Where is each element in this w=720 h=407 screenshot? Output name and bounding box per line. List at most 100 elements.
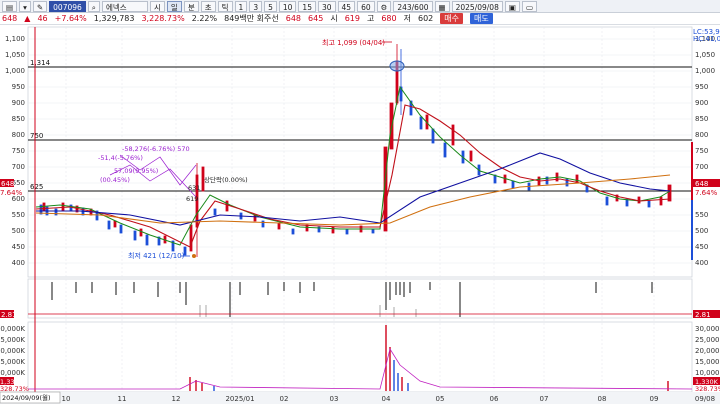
low-val: 602 [418, 14, 434, 23]
y-tick: 800 [12, 131, 25, 139]
y-tick-right: 550 [695, 211, 708, 219]
open-label: 시 [330, 14, 338, 23]
interval-30[interactable]: 30 [317, 0, 336, 12]
calendar-picker-icon[interactable]: ▣ [504, 0, 520, 12]
open-val: 619 [344, 14, 360, 23]
y-tick: 450 [12, 243, 25, 251]
volume-tick: 10,000K [0, 369, 25, 377]
interval-10[interactable]: 10 [278, 0, 297, 12]
y-tick: 850 [12, 115, 25, 123]
y-tick: 400 [12, 259, 25, 267]
date-field[interactable]: 2025/09/08 [451, 0, 503, 12]
y-tick-right: 750 [695, 147, 708, 155]
x-tick: 03 [330, 395, 339, 403]
y-tick-right: 800 [695, 131, 708, 139]
mid-tag-right: 2.81 [695, 311, 711, 319]
x-tick: 08 [598, 395, 607, 403]
y-tick-right: 450 [695, 243, 708, 251]
interval-3[interactable]: 3 [249, 0, 263, 12]
low-marker [192, 254, 196, 258]
volume-tick-right: 10,000K [695, 369, 720, 377]
volume-tick-right: 15,000K [695, 358, 720, 366]
volume-tick-right: 25,000K [695, 336, 720, 344]
dropdown-icon[interactable]: ▾ [19, 0, 31, 12]
bar-count: 243/600 [393, 0, 433, 12]
level-label-1314: 1,314 [30, 59, 51, 67]
interval-60[interactable]: 60 [357, 0, 375, 12]
price-tag-left: 648 [1, 180, 14, 188]
low-annotation: 최저 421 (12/10) [128, 251, 185, 260]
volume-tick: 25,000K [0, 336, 25, 344]
pattern-label: (00.45%) [100, 176, 130, 184]
start-date-label: 2024/09/09(월) [2, 393, 51, 402]
period-bun[interactable]: 분 [183, 0, 199, 12]
x-tick: 04 [382, 395, 391, 403]
edit-icon[interactable]: ✎ [32, 0, 48, 12]
x-tick: 11 [118, 395, 127, 403]
x-tick: 07 [540, 395, 549, 403]
period-tick[interactable]: 틱 [217, 0, 233, 12]
last-price: 648 [285, 14, 302, 23]
y-tick: 1,000 [5, 67, 25, 75]
volume-pct: 3,228.73% [141, 14, 185, 23]
buy-button[interactable]: 매수 [440, 13, 464, 24]
y-tick-right: 950 [695, 83, 708, 91]
right-top-label-2: HC:41,0 [693, 35, 720, 43]
zoom-icon[interactable]: ▭ [521, 0, 538, 12]
mid-tag-left: 2.81 [1, 311, 17, 319]
sell-button[interactable]: 매도 [470, 13, 493, 24]
interval-45[interactable]: 45 [337, 0, 356, 12]
change-value: 46 [37, 14, 48, 23]
calendar-icon[interactable]: ▦ [434, 0, 450, 12]
price-tag-pct-right: 7.64% [695, 189, 718, 197]
x-tick: 02 [280, 395, 289, 403]
y-tick-right: 500 [695, 227, 708, 235]
pattern-label: 상단락(0.00%) [204, 175, 248, 184]
interval-5[interactable]: 5 [264, 0, 277, 12]
period-second[interactable]: 초 [200, 0, 216, 12]
y-tick-right: 1,000 [695, 67, 715, 75]
pattern-label: 631 [188, 184, 200, 192]
low-label: 저 [403, 14, 411, 23]
high-annotation: 최고 1,099 (04/04) [322, 38, 385, 47]
y-tick: 900 [12, 99, 25, 107]
high-marker [389, 60, 405, 72]
y-tick: 750 [12, 147, 25, 155]
stock-code-input[interactable]: 007096 [49, 0, 86, 12]
y-tick: 700 [12, 163, 25, 171]
x-tick: 05 [436, 395, 445, 403]
chart-area[interactable]: 1,100 1,050 1,000 950 900 850 800 750 70… [0, 25, 720, 404]
volume-tick: 30,000K [0, 325, 25, 333]
pin-icon[interactable]: ▤ [2, 0, 18, 12]
interval-15[interactable]: 15 [298, 0, 316, 12]
y-tick: 1,100 [5, 35, 25, 43]
y-tick-right: 700 [695, 163, 708, 171]
period-day[interactable]: 일 [166, 0, 182, 12]
stock-name-field[interactable]: 에넥스 [102, 0, 148, 12]
up-arrow-icon: ▲ [24, 14, 31, 23]
y-tick: 500 [12, 227, 25, 235]
period-minute[interactable]: 시 [150, 0, 165, 12]
turnover-pct: 2.22% [191, 14, 218, 23]
volume-tick-right: 20,000K [695, 347, 720, 355]
price-tag-pct-left: 7.64% [0, 189, 23, 197]
open-price: 645 [308, 14, 324, 23]
settings-icon[interactable]: ⚙ [376, 0, 392, 12]
interval-1[interactable]: 1 [234, 0, 248, 12]
chart-toolbar: ▤ ▾ ✎ 007096 ⌕ 에넥스 시 일 분 초 틱 1 3 5 10 15… [0, 0, 720, 13]
change-pct: +7.64% [54, 14, 87, 23]
level-label-750: 750 [30, 132, 43, 140]
price-tag-right: 648 [695, 180, 708, 188]
pattern-label: -58,276(-6.76%) 570 [122, 145, 190, 153]
y-tick-right: 850 [695, 115, 708, 123]
y-tick: 550 [12, 211, 25, 219]
volume-tick: 20,000K [0, 347, 25, 355]
x-tick: 09 [650, 395, 659, 403]
search-icon[interactable]: ⌕ [87, 0, 100, 12]
x-tick: 12 [172, 395, 181, 403]
x-tick: 06 [490, 395, 499, 403]
y-tick: 950 [12, 83, 25, 91]
y-tick-right: 900 [695, 99, 708, 107]
y-tick-right: 1,050 [695, 51, 715, 59]
volume-tag2-right: 328.73% [695, 385, 720, 393]
